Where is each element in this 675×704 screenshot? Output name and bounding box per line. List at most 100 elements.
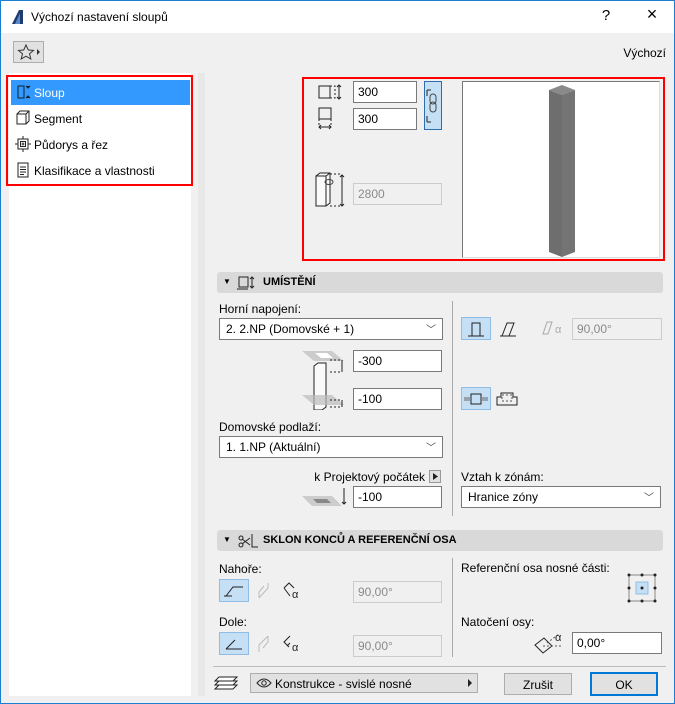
reference-level-label: k Projektový počátek <box>314 470 425 484</box>
column-preview-icon <box>549 85 575 257</box>
sidebar-item-klasifikace[interactable]: Klasifikace a vlastnosti <box>11 158 190 183</box>
collapse-arrow-icon: ▼ <box>223 535 231 544</box>
top-end-horizontal-button[interactable] <box>249 579 279 602</box>
custom-angle-icon: α <box>283 581 299 600</box>
bottom-offset-input[interactable]: -100 <box>353 388 442 410</box>
home-story-select[interactable]: 1. 1.NP (Aktuální) ﹀ <box>219 436 443 458</box>
vertical-column-button[interactable] <box>461 317 491 340</box>
perpendicular-cut-icon <box>225 639 242 649</box>
chevron-down-icon: ﹀ <box>644 493 654 504</box>
bottom-end-perpendicular-button[interactable] <box>219 632 249 655</box>
home-story-value: 1. 1.NP (Aktuální) <box>226 440 321 454</box>
axis-rotation-input[interactable]: 0,00° <box>572 632 662 654</box>
sidebar-item-pudorys[interactable]: Půdorys a řez <box>11 132 190 157</box>
chevron-down-icon: ﹀ <box>426 443 436 454</box>
zone-relation-label: Vztah k zónám: <box>461 470 544 484</box>
dialog-window: Výchozí nastavení sloupů ? × Výchozí Slo… <box>0 0 675 704</box>
ends-section-header[interactable]: ▼ SKLON KONCŮ A REFERENČNÍ OSA <box>217 530 663 551</box>
reference-level-menu-button[interactable] <box>429 470 441 483</box>
help-button[interactable]: ? <box>591 7 621 24</box>
svg-text:α: α <box>292 589 299 600</box>
reference-elevation-icon <box>302 488 347 506</box>
ok-button[interactable]: OK <box>590 672 658 696</box>
top-end-custom-angle-button[interactable]: α <box>279 579 309 602</box>
svg-text:α: α <box>555 324 562 336</box>
reference-elevation-input[interactable]: -100 <box>353 486 442 508</box>
sidebar-item-label: Sloup <box>34 86 65 100</box>
top-end-label: Nahoře: <box>219 562 262 576</box>
triangle-right-icon <box>433 473 438 480</box>
bottom-end-horizontal-button[interactable] <box>249 632 279 655</box>
layer-select[interactable]: Konstrukce - svislé nosné <box>250 673 478 693</box>
slanted-column-button[interactable] <box>493 317 523 340</box>
top-link-value: 2. 2.NP (Domovské + 1) <box>226 322 355 336</box>
zone-relation-select[interactable]: Hranice zóny ﹀ <box>461 486 661 508</box>
favorites-button[interactable] <box>13 41 44 63</box>
scissors-icon <box>238 534 258 548</box>
title-bar: Výchozí nastavení sloupů ? × <box>1 1 674 33</box>
svg-text:α: α <box>555 632 562 644</box>
height-input: 2800 <box>353 183 442 205</box>
3d-preview[interactable] <box>462 81 660 258</box>
width-icon <box>318 84 342 100</box>
top-end-angle-input: 90,00° <box>353 581 442 603</box>
bottom-end-angle-input: 90,00° <box>353 635 442 657</box>
sidebar-item-label: Půdorys a řez <box>34 138 109 152</box>
chevron-down-icon: ﹀ <box>426 325 436 336</box>
placement-icon <box>237 276 255 290</box>
divider <box>452 558 453 657</box>
link-dimensions-button[interactable] <box>424 81 442 130</box>
depth-input[interactable]: 300 <box>353 108 417 130</box>
sidebar-scrollbar[interactable] <box>198 73 205 696</box>
floorplan-icon <box>15 136 31 152</box>
triangle-right-icon <box>468 679 472 687</box>
collapse-arrow-icon: ▼ <box>223 277 231 286</box>
bottom-end-custom-angle-button[interactable]: α <box>279 632 309 655</box>
top-end-perpendicular-button[interactable] <box>219 579 249 602</box>
column-offsets-icon <box>302 351 344 410</box>
chain-link-icon <box>426 89 437 123</box>
eye-icon <box>256 678 272 688</box>
bottom-end-label: Dole: <box>219 615 248 629</box>
star-icon <box>17 43 40 61</box>
zone-cut-button[interactable] <box>461 387 491 410</box>
window-title: Výchozí nastavení sloupů <box>31 10 168 24</box>
horizontal-cut-icon <box>258 635 269 652</box>
preset-label: Výchozí <box>623 46 666 60</box>
vertical-column-icon <box>468 322 484 336</box>
close-button[interactable]: × <box>637 4 667 25</box>
layers-icon <box>214 676 239 690</box>
perpendicular-cut-icon <box>224 586 243 596</box>
top-offset-input[interactable]: -300 <box>353 350 442 372</box>
sidebar-item-segment[interactable]: Segment <box>11 106 190 131</box>
horizontal-cut-icon <box>258 582 269 598</box>
segment-icon <box>16 110 30 125</box>
width-input[interactable]: 300 <box>353 81 417 103</box>
placement-section-header[interactable]: ▼ UMÍSTĚNÍ <box>217 272 663 293</box>
zone-subtract-icon <box>496 392 518 405</box>
list-icon <box>17 162 29 178</box>
layer-value: Konstrukce - svislé nosné <box>275 677 412 691</box>
top-link-label: Horní napojení: <box>219 302 302 316</box>
zone-subtract-button[interactable] <box>493 387 523 410</box>
tilt-angle-icon: α <box>542 321 562 336</box>
tilt-angle-input: 90,00° <box>572 318 662 340</box>
reference-axis-picker[interactable] <box>626 572 658 604</box>
svg-text:α: α <box>292 642 299 653</box>
top-link-select[interactable]: 2. 2.NP (Domovské + 1) ﹀ <box>219 318 443 340</box>
divider <box>452 301 453 516</box>
archicad-logo-icon <box>12 10 23 24</box>
slanted-column-icon <box>500 322 516 336</box>
footer-divider <box>213 666 666 667</box>
sidebar-item-label: Segment <box>34 112 83 126</box>
sidebar-item-sloup[interactable]: Sloup <box>11 80 190 105</box>
zone-cut-icon <box>464 393 488 404</box>
depth-icon <box>318 107 332 130</box>
axis-rotation-label: Natočení osy: <box>461 615 535 629</box>
section-title: SKLON KONCŮ A REFERENČNÍ OSA <box>263 534 457 546</box>
cancel-button[interactable]: Zrušit <box>504 673 572 695</box>
zone-relation-value: Hranice zóny <box>468 490 539 504</box>
section-title: UMÍSTĚNÍ <box>263 276 316 288</box>
axis-rotation-icon: α <box>534 632 562 654</box>
sidebar-item-label: Klasifikace a vlastnosti <box>34 164 155 178</box>
